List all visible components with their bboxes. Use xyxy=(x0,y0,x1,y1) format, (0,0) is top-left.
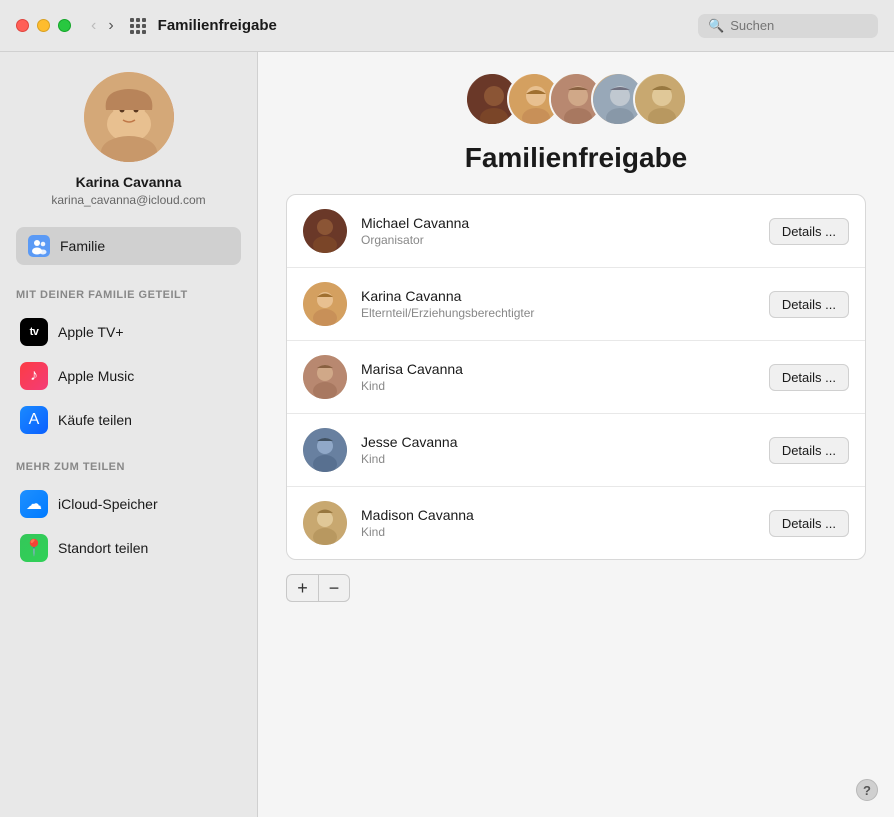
appstore-icon: A xyxy=(20,406,48,434)
search-icon: 🔍 xyxy=(708,18,724,34)
forward-button[interactable]: › xyxy=(104,16,117,36)
sidebar-item-findmy-label: Standort teilen xyxy=(58,540,148,556)
findmy-icon: 📍 xyxy=(20,534,48,562)
section-more-title: MEHR ZUM TEILEN xyxy=(16,461,125,473)
minimize-button[interactable] xyxy=(37,19,50,32)
sidebar-item-appletv[interactable]: tv Apple TV+ xyxy=(16,311,241,353)
grid-icon[interactable] xyxy=(130,18,146,34)
member-role-1: Organisator xyxy=(361,233,755,247)
window-title: Familienfreigabe xyxy=(158,17,698,34)
member-role-4: Kind xyxy=(361,452,755,466)
applemusic-icon: ♪ xyxy=(20,362,48,390)
member-name-2: Karina Cavanna xyxy=(361,288,755,304)
member-avatar-1 xyxy=(303,209,347,253)
family-button[interactable]: Familie xyxy=(16,227,241,265)
sidebar-item-appstore[interactable]: A Käufe teilen xyxy=(16,399,241,441)
member-row: Michael Cavanna Organisator Details ... xyxy=(287,195,865,268)
search-bar[interactable]: 🔍 xyxy=(698,14,878,38)
main-content: Karina Cavanna karina_cavanna@icloud.com… xyxy=(0,52,894,817)
member-role-2: Elternteil/Erziehungsberechtigter xyxy=(361,306,755,320)
remove-member-button[interactable]: − xyxy=(318,574,350,602)
member-row: Jesse Cavanna Kind Details ... xyxy=(287,414,865,487)
sidebar-item-appletv-label: Apple TV+ xyxy=(58,324,124,340)
appletv-icon: tv xyxy=(20,318,48,346)
sidebar-item-applemusic[interactable]: ♪ Apple Music xyxy=(16,355,241,397)
member-avatar-5 xyxy=(303,501,347,545)
sidebar-item-icloud-label: iCloud-Speicher xyxy=(58,496,158,512)
traffic-lights xyxy=(16,19,71,32)
member-name-3: Marisa Cavanna xyxy=(361,361,755,377)
sidebar: Karina Cavanna karina_cavanna@icloud.com… xyxy=(0,52,258,817)
family-avatar-5 xyxy=(633,72,687,126)
section-shared-title: MIT DEINER FAMILIE GETEILT xyxy=(16,289,188,301)
details-btn-4[interactable]: Details ... xyxy=(769,437,849,464)
user-email: karina_cavanna@icloud.com xyxy=(51,193,205,207)
user-name: Karina Cavanna xyxy=(76,174,182,190)
member-info-3: Marisa Cavanna Kind xyxy=(361,361,755,393)
add-member-button[interactable]: + xyxy=(286,574,318,602)
help-button[interactable]: ? xyxy=(856,779,878,801)
member-avatar-2 xyxy=(303,282,347,326)
maximize-button[interactable] xyxy=(58,19,71,32)
member-info-1: Michael Cavanna Organisator xyxy=(361,215,755,247)
member-info-2: Karina Cavanna Elternteil/Erziehungsbere… xyxy=(361,288,755,320)
user-avatar xyxy=(84,72,174,162)
details-btn-1[interactable]: Details ... xyxy=(769,218,849,245)
sidebar-item-appstore-label: Käufe teilen xyxy=(58,412,132,428)
member-avatar-3 xyxy=(303,355,347,399)
page-title: Familienfreigabe xyxy=(465,142,688,174)
member-info-5: Madison Cavanna Kind xyxy=(361,507,755,539)
family-avatars xyxy=(465,72,687,126)
content-area: Familienfreigabe Michael Cavanna Organis… xyxy=(258,52,894,817)
details-btn-3[interactable]: Details ... xyxy=(769,364,849,391)
member-role-3: Kind xyxy=(361,379,755,393)
close-button[interactable] xyxy=(16,19,29,32)
member-name-5: Madison Cavanna xyxy=(361,507,755,523)
search-input[interactable] xyxy=(730,18,870,33)
member-row: Karina Cavanna Elternteil/Erziehungsbere… xyxy=(287,268,865,341)
icloud-icon: ☁ xyxy=(20,490,48,518)
back-button[interactable]: ‹ xyxy=(87,16,100,36)
shared-items-list: tv Apple TV+ ♪ Apple Music A Käufe teile… xyxy=(16,311,241,441)
member-name-4: Jesse Cavanna xyxy=(361,434,755,450)
member-info-4: Jesse Cavanna Kind xyxy=(361,434,755,466)
family-icon xyxy=(28,235,50,257)
list-controls: + − xyxy=(286,574,350,602)
family-btn-label: Familie xyxy=(60,238,105,254)
member-name-1: Michael Cavanna xyxy=(361,215,755,231)
details-btn-5[interactable]: Details ... xyxy=(769,510,849,537)
member-avatar-4 xyxy=(303,428,347,472)
sidebar-item-icloud[interactable]: ☁ iCloud-Speicher xyxy=(16,483,241,525)
more-items-list: ☁ iCloud-Speicher 📍 Standort teilen xyxy=(16,483,241,569)
details-btn-2[interactable]: Details ... xyxy=(769,291,849,318)
sidebar-item-findmy[interactable]: 📍 Standort teilen xyxy=(16,527,241,569)
member-row: Marisa Cavanna Kind Details ... xyxy=(287,341,865,414)
member-role-5: Kind xyxy=(361,525,755,539)
nav-arrows: ‹ › xyxy=(87,16,118,36)
titlebar: ‹ › Familienfreigabe 🔍 xyxy=(0,0,894,52)
member-row: Madison Cavanna Kind Details ... xyxy=(287,487,865,559)
sidebar-item-applemusic-label: Apple Music xyxy=(58,368,134,384)
members-list: Michael Cavanna Organisator Details ... xyxy=(286,194,866,560)
